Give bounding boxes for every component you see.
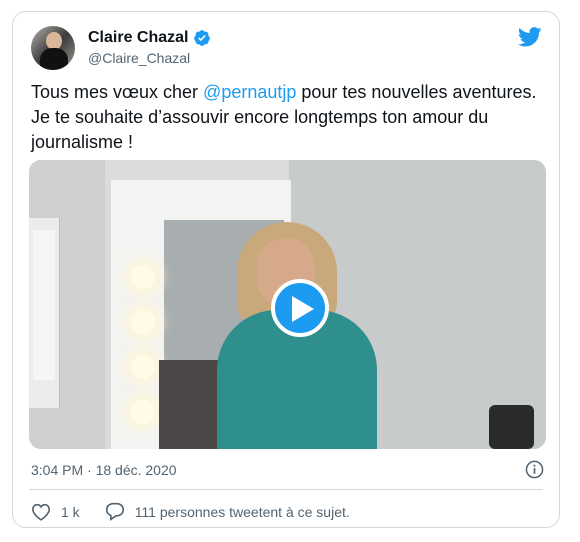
video-frame-bulb [131, 355, 155, 379]
info-icon[interactable] [525, 460, 544, 484]
comment-icon [105, 502, 124, 521]
video-frame-bulb [131, 265, 155, 289]
verified-badge-icon [193, 29, 211, 47]
video-frame-chair [489, 405, 534, 449]
author-name-row[interactable]: Claire Chazal [88, 29, 211, 47]
reply-button[interactable]: 111 personnes tweetent à ce sujet. [105, 502, 350, 521]
tweet-actions: 1 k 111 personnes tweetent à ce sujet. [31, 502, 350, 521]
divider [29, 489, 543, 490]
tweet-text: Tous mes vœux cher @pernautjp pour tes n… [31, 80, 546, 155]
author-name[interactable]: Claire Chazal [88, 29, 188, 47]
heart-icon [31, 503, 51, 521]
like-count: 1 k [61, 503, 80, 520]
author-handle[interactable]: @Claire_Chazal [88, 50, 190, 66]
twitter-bird-icon[interactable] [517, 27, 542, 52]
mention-link[interactable]: @pernautjp [203, 82, 296, 102]
reply-text: 111 personnes tweetent à ce sujet. [134, 503, 350, 520]
video-frame-notice [33, 230, 55, 380]
tweet-timestamp[interactable]: 3:04 PM · 18 déc. 2020 [31, 462, 177, 478]
video-frame-bulb [131, 400, 155, 424]
avatar[interactable] [31, 26, 75, 70]
like-button[interactable]: 1 k [31, 503, 80, 521]
tweet-card: Claire Chazal @Claire_Chazal Tous mes vœ… [12, 11, 560, 528]
video-player[interactable] [29, 160, 546, 449]
play-icon [292, 296, 314, 322]
video-frame-bulb [131, 310, 155, 334]
play-button[interactable] [271, 279, 329, 337]
avatar-body [40, 48, 68, 70]
tweet-text-start: Tous mes vœux cher [31, 82, 204, 102]
